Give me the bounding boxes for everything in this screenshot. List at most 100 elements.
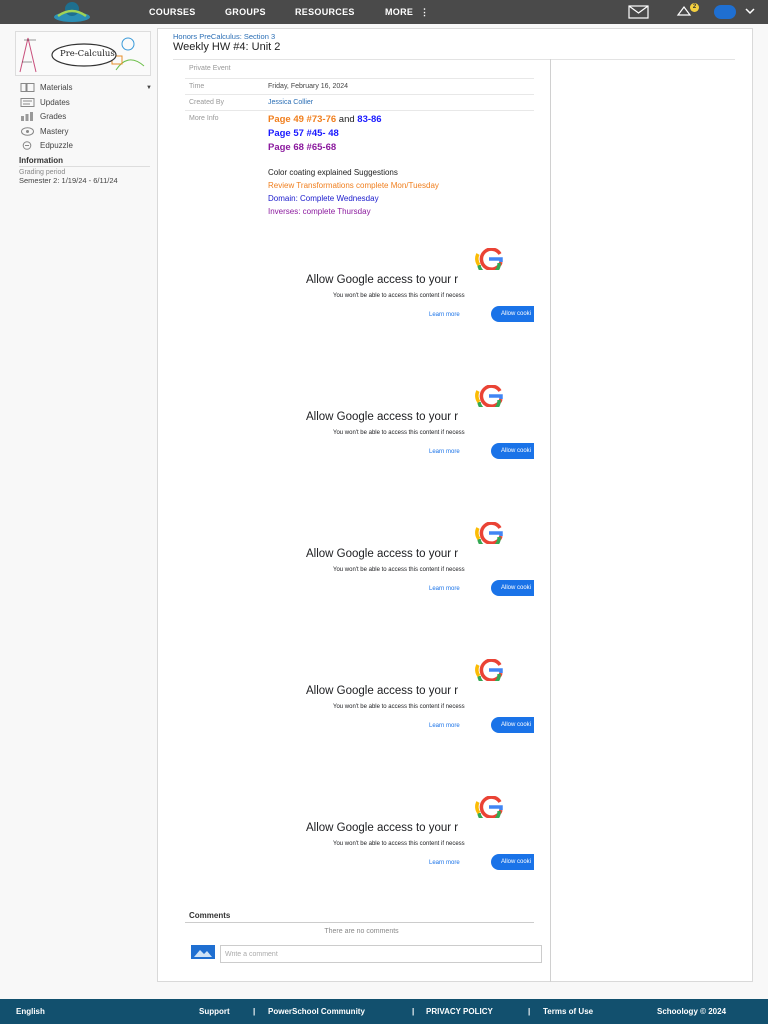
messages-icon[interactable] (628, 5, 649, 19)
allow-cookies-button[interactable]: Allow cooki (491, 580, 534, 596)
commenter-avatar (191, 945, 215, 959)
page-title: Weekly HW #4: Unit 2 (173, 41, 281, 53)
footer-separator: | (253, 1007, 256, 1016)
sidebar-item-grades[interactable]: Grades (20, 110, 66, 123)
top-navigation: COURSES GROUPS RESOURCES MORE ⋮ 2 (0, 0, 768, 24)
nav-courses[interactable]: COURSES (149, 0, 196, 24)
comments-heading: Comments (189, 911, 231, 920)
title-divider (173, 59, 735, 60)
google-access-subtitle: You won't be able to access this content… (333, 841, 465, 847)
google-g-icon (475, 248, 503, 270)
created-by-label: Created By (189, 99, 225, 106)
support-link[interactable]: Support (199, 1007, 230, 1016)
page-57-link[interactable]: Page 57 #45- 48 (268, 128, 339, 139)
google-access-title: Allow Google access to your r (306, 822, 459, 834)
sidebar-item-edpuzzle[interactable]: Edpuzzle (20, 139, 73, 152)
sidebar-item-label: Materials (40, 83, 73, 92)
google-g-icon (475, 659, 503, 681)
private-event-label: Private Event (189, 65, 231, 72)
information-heading: Information (19, 156, 63, 165)
row-divider (185, 78, 534, 79)
sidebar-item-label: Updates (40, 98, 70, 107)
time-label: Time (189, 83, 205, 90)
page-68-link[interactable]: Page 68 #65-68 (268, 142, 336, 153)
nav-more[interactable]: MORE ⋮ (385, 0, 429, 24)
grading-period-value: Semester 2: 1/19/24 - 6/11/24 (19, 176, 118, 185)
google-access-embed: Allow Google access to your r You won't … (296, 248, 534, 334)
google-access-subtitle: You won't be able to access this content… (333, 430, 465, 436)
materials-expand-icon[interactable]: ▼ (146, 85, 152, 91)
grading-period-label: Grading period (19, 169, 66, 176)
google-g-icon (475, 522, 503, 544)
column-divider (550, 59, 551, 982)
learn-more-link[interactable]: Learn more (429, 312, 460, 318)
notification-badge: 2 (690, 3, 699, 12)
more-dots-icon: ⋮ (420, 7, 430, 17)
time-value: Friday, February 16, 2024 (268, 83, 349, 90)
materials-icon (20, 83, 35, 92)
and-text: and (338, 114, 355, 125)
allow-cookies-button[interactable]: Allow cooki (491, 854, 534, 870)
row-divider (185, 110, 534, 111)
terms-of-use-link[interactable]: Terms of Use (543, 1007, 593, 1016)
sidebar-item-label: Edpuzzle (40, 141, 73, 150)
sidebar-item-mastery[interactable]: Mastery (20, 125, 68, 138)
nav-groups[interactable]: GROUPS (225, 0, 266, 24)
google-access-embed: Allow Google access to your r You won't … (296, 522, 534, 608)
google-access-subtitle: You won't be able to access this content… (333, 567, 465, 573)
learn-more-link[interactable]: Learn more (429, 860, 460, 866)
sidebar-item-label: Mastery (40, 127, 69, 136)
created-by-link[interactable]: Jessica Collier (268, 99, 313, 106)
note-domain: Domain: Complete Wednesday (268, 194, 379, 203)
sidebar-item-updates[interactable]: Updates (20, 96, 70, 109)
assignment-line-1: Page 49 #73-76 and 83-86 (268, 114, 382, 125)
course-image-text: Pre-Calculus (60, 49, 115, 59)
privacy-policy-link[interactable]: PRIVACY POLICY (426, 1007, 493, 1016)
google-access-title: Allow Google access to your r (306, 411, 459, 423)
learn-more-link[interactable]: Learn more (429, 449, 460, 455)
assignment-line-3: Page 68 #65-68 (268, 142, 336, 153)
page-49-extra-link[interactable]: 83-86 (357, 114, 381, 125)
sidebar-item-label: Grades (40, 112, 67, 121)
allow-cookies-button[interactable]: Allow cooki (491, 717, 534, 733)
mastery-icon (20, 127, 35, 136)
comment-input[interactable] (220, 945, 542, 963)
note-transformations: Review Transformations complete Mon/Tues… (268, 181, 439, 190)
google-access-embed: Allow Google access to your r You won't … (296, 796, 534, 882)
page-49-link[interactable]: Page 49 #73-76 (268, 114, 336, 125)
language-selector[interactable]: English (16, 1007, 45, 1016)
comments-divider (185, 922, 534, 923)
allow-cookies-button[interactable]: Allow cooki (491, 443, 534, 459)
learn-more-link[interactable]: Learn more (429, 586, 460, 592)
sidebar-item-materials[interactable]: Materials (20, 81, 72, 94)
information-divider (19, 166, 150, 167)
row-divider (185, 94, 534, 95)
footer-separator: | (412, 1007, 415, 1016)
grades-icon (20, 112, 35, 121)
breadcrumb[interactable]: Honors PreCalculus: Section 3 (173, 32, 275, 41)
footer-brand: Schoology © 2024 (657, 1007, 727, 1016)
no-comments-text: There are no comments (324, 928, 399, 935)
learn-more-link[interactable]: Learn more (429, 723, 460, 729)
more-info-label: More Info (189, 115, 219, 122)
note-inverses: Inverses: complete Thursday (268, 207, 371, 216)
footer: English Support | PowerSchool Community … (0, 999, 768, 1024)
google-access-embed: Allow Google access to your r You won't … (296, 659, 534, 745)
course-image[interactable]: Pre-Calculus (15, 31, 151, 76)
notes-heading: Color coating explained Suggestions (268, 168, 398, 177)
google-access-title: Allow Google access to your r (306, 548, 459, 560)
updates-icon (20, 98, 35, 107)
footer-separator: | (528, 1007, 531, 1016)
nav-resources[interactable]: RESOURCES (295, 0, 355, 24)
google-access-embed: Allow Google access to your r You won't … (296, 385, 534, 471)
google-access-title: Allow Google access to your r (306, 274, 459, 286)
allow-cookies-button[interactable]: Allow cooki (491, 306, 534, 322)
google-access-subtitle: You won't be able to access this content… (333, 293, 465, 299)
assignment-line-2: Page 57 #45- 48 (268, 128, 339, 139)
chevron-down-icon[interactable] (745, 7, 755, 15)
google-access-subtitle: You won't be able to access this content… (333, 704, 465, 710)
powerschool-community-link[interactable]: PowerSchool Community (268, 1007, 365, 1016)
nav-more-label: MORE (385, 7, 414, 17)
schoology-logo[interactable] (50, 0, 94, 24)
user-avatar[interactable] (714, 5, 736, 19)
